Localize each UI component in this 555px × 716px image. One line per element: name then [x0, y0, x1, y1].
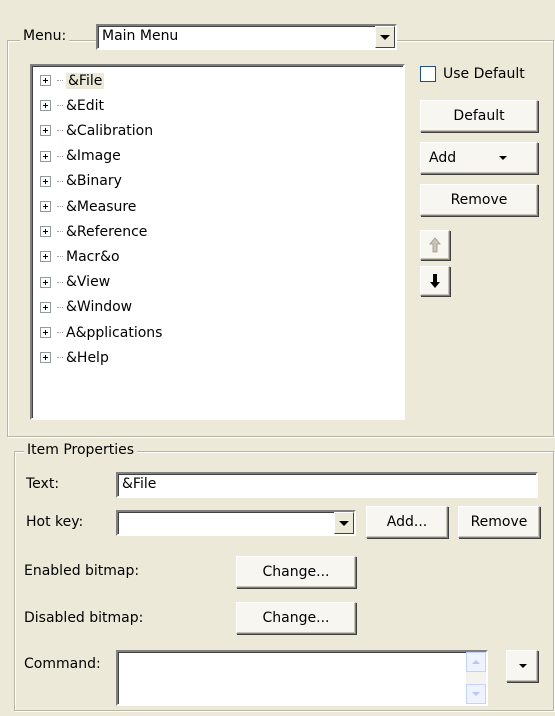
- hotkey-remove-button[interactable]: Remove: [458, 506, 540, 538]
- hotkey-select[interactable]: [116, 510, 356, 536]
- add-button[interactable]: Add: [420, 142, 538, 174]
- tree-connector: [57, 206, 63, 207]
- text-label: Text:: [26, 476, 60, 492]
- expand-plus-icon[interactable]: [40, 276, 51, 288]
- tree-item-label: &Calibration: [66, 122, 154, 139]
- expand-plus-icon[interactable]: [40, 352, 51, 364]
- tree-item-label: &Image: [66, 148, 121, 165]
- use-default-checkbox[interactable]: Use Default: [420, 66, 525, 82]
- remove-button[interactable]: Remove: [420, 184, 538, 216]
- command-label: Command:: [24, 656, 101, 672]
- tree-item-label: A&pplications: [66, 324, 163, 341]
- checkbox-box[interactable]: [420, 66, 436, 82]
- tree-connector: [57, 155, 63, 157]
- tree-connector: [57, 105, 63, 107]
- chevron-down-icon[interactable]: [375, 26, 395, 48]
- tree-item-label: &Binary: [66, 173, 122, 190]
- tree-item[interactable]: &Edit: [40, 93, 104, 118]
- tree-item[interactable]: &Help: [40, 345, 109, 370]
- item-properties-label: Item Properties: [27, 442, 135, 458]
- scroll-down-button[interactable]: [466, 684, 486, 704]
- arrow-down-icon: [430, 274, 440, 288]
- chevron-down-icon: [472, 692, 480, 696]
- tree-connector: [57, 306, 63, 308]
- move-up-button[interactable]: [420, 230, 450, 260]
- tree-item-label: &View: [66, 274, 111, 291]
- tree-item[interactable]: &Binary: [40, 169, 122, 194]
- menu-tree[interactable]: &File &Edit &Calibration &Image &Binary &Meas…: [30, 64, 405, 420]
- expand-plus-icon[interactable]: [40, 75, 51, 86]
- chevron-down-icon: [519, 664, 527, 668]
- expand-plus-icon[interactable]: [40, 301, 51, 313]
- hotkey-add-button[interactable]: Add...: [366, 506, 448, 538]
- tree-item[interactable]: Macr&o: [40, 244, 120, 269]
- tree-item[interactable]: &File: [40, 68, 105, 93]
- command-dropdown-button[interactable]: [506, 650, 538, 682]
- menu-select[interactable]: Main Menu: [96, 24, 397, 50]
- tree-connector: [57, 332, 63, 333]
- tree-item-label: &Window: [66, 299, 133, 316]
- tree-item-label: Macr&o: [66, 248, 120, 265]
- tree-connector: [57, 281, 63, 283]
- expand-plus-icon[interactable]: [40, 125, 51, 137]
- command-textarea[interactable]: [116, 650, 488, 706]
- tree-connector: [57, 231, 63, 233]
- menu-select-value: Main Menu: [102, 28, 179, 44]
- tree-item[interactable]: A&pplications: [40, 320, 162, 345]
- enabled-bitmap-change-button[interactable]: Change...: [236, 556, 356, 588]
- tree-connector: [57, 180, 63, 182]
- item-properties-legend: Item Properties: [24, 442, 138, 458]
- add-dropdown-icon: [499, 156, 507, 160]
- chevron-up-icon: [472, 660, 480, 664]
- tree-item[interactable]: &Calibration: [40, 118, 153, 143]
- tree-item[interactable]: &View: [40, 270, 110, 295]
- tree-connector: [57, 256, 63, 258]
- text-field[interactable]: &File: [116, 472, 538, 498]
- expand-plus-icon[interactable]: [40, 100, 51, 112]
- tree-item-label: &File: [66, 72, 105, 89]
- tree-connector: [57, 130, 63, 132]
- hotkey-label: Hot key:: [26, 514, 84, 530]
- scroll-up-button[interactable]: [466, 652, 486, 672]
- add-button-label: Add: [429, 150, 457, 166]
- expand-plus-icon[interactable]: [40, 175, 51, 187]
- tree-item-label: &Measure: [66, 198, 137, 215]
- menu-label: Menu:: [23, 28, 67, 44]
- use-default-label: Use Default: [443, 66, 525, 82]
- tree-item-label: &Help: [66, 349, 109, 366]
- expand-plus-icon[interactable]: [40, 201, 51, 212]
- default-button[interactable]: Default: [420, 100, 538, 132]
- expand-plus-icon[interactable]: [40, 327, 51, 338]
- disabled-bitmap-change-button[interactable]: Change...: [236, 602, 356, 634]
- expand-plus-icon[interactable]: [40, 150, 51, 162]
- text-field-value: &File: [122, 476, 157, 492]
- chevron-down-icon[interactable]: [334, 512, 354, 534]
- disabled-bitmap-label: Disabled bitmap:: [24, 610, 144, 626]
- menu-group-legend: Menu:: [20, 28, 70, 44]
- command-scrollbar[interactable]: [466, 652, 486, 704]
- arrow-up-icon: [429, 237, 441, 253]
- tree-item[interactable]: &Reference: [40, 219, 147, 244]
- expand-plus-icon[interactable]: [40, 226, 51, 238]
- tree-item-label: &Reference: [66, 223, 148, 240]
- tree-connector: [57, 357, 63, 359]
- tree-item[interactable]: &Image: [40, 144, 121, 169]
- tree-connector: [57, 80, 63, 81]
- expand-plus-icon[interactable]: [40, 251, 51, 263]
- tree-item[interactable]: &Window: [40, 295, 132, 320]
- tree-item[interactable]: &Measure: [40, 194, 136, 219]
- tree-item-label: &Edit: [66, 97, 105, 114]
- enabled-bitmap-label: Enabled bitmap:: [24, 563, 140, 579]
- move-down-button[interactable]: [420, 266, 450, 296]
